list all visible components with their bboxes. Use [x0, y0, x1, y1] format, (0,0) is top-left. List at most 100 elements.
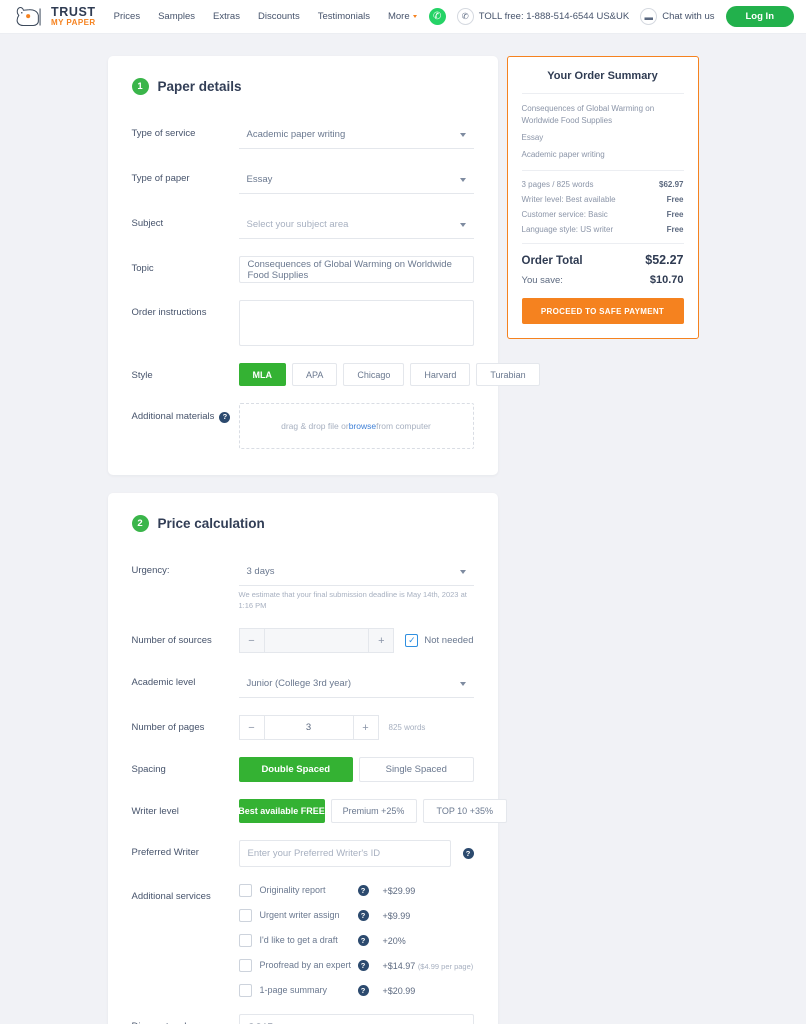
- help-icon[interactable]: ?: [357, 960, 369, 971]
- writer-level-pill-group: Best available FREE Premium +25% TOP 10 …: [238, 799, 507, 823]
- help-icon[interactable]: ?: [462, 848, 474, 859]
- summary-save-label: You save:: [521, 275, 563, 286]
- help-icon[interactable]: ?: [357, 935, 369, 946]
- chevron-down-icon: [459, 222, 466, 227]
- service-checkbox-draft[interactable]: [238, 934, 252, 947]
- price-calculation-card: 2 Price calculation Urgency: 3 days We e…: [107, 493, 507, 1024]
- label-topic: Topic: [131, 263, 154, 274]
- sources-decrement-button[interactable]: −: [238, 628, 265, 653]
- urgency-hint: We estimate that your final submission d…: [238, 590, 467, 610]
- row-discount-code: Discount code GO17 This code is valid on…: [132, 1014, 474, 1024]
- summary-line-label: Writer level: Best available: [521, 195, 616, 204]
- summary-line-pages: 3 pages / 825 words $62.97: [522, 180, 684, 189]
- style-option-turabian[interactable]: Turabian: [476, 363, 540, 386]
- logo-text-bottom: MY PAPER: [51, 18, 96, 28]
- service-row-draft: I'd like to get a draft ? +20%: [238, 934, 474, 947]
- sources-value[interactable]: [264, 628, 369, 653]
- preferred-writer-input[interactable]: Enter your Preferred Writer's ID: [238, 840, 451, 867]
- not-needed-checkbox-wrap[interactable]: Not needed: [405, 634, 474, 647]
- chevron-down-icon: [459, 177, 466, 182]
- service-checkbox-summary[interactable]: [238, 984, 252, 997]
- subject-select[interactable]: Select your subject area: [238, 211, 474, 239]
- pages-increment-button[interactable]: +: [352, 715, 379, 740]
- phone-icon: ✆: [456, 8, 474, 25]
- chat-bubble-icon: ▬: [640, 8, 658, 25]
- row-style: Style MLA APA Chicago Harvard Turabian: [132, 363, 540, 386]
- divider: [521, 243, 684, 244]
- nav-item-more-label: More: [387, 11, 410, 22]
- logo-text-top: TRUST: [51, 4, 96, 19]
- academic-level-value: Junior (College 3rd year): [246, 678, 352, 689]
- row-spacing: Spacing Double Spaced Single Spaced: [132, 757, 474, 782]
- order-instructions-textarea[interactable]: [238, 300, 474, 346]
- help-icon[interactable]: ?: [357, 910, 369, 921]
- chat-with-us[interactable]: ▬ Chat with us: [640, 8, 715, 25]
- sources-increment-button[interactable]: +: [368, 628, 395, 653]
- label-writer-level: Writer level: [131, 806, 179, 817]
- not-needed-checkbox[interactable]: [405, 634, 419, 647]
- nav-item-extras[interactable]: Extras: [213, 11, 240, 22]
- dropzone-text-pre: drag & drop file or: [281, 421, 349, 431]
- service-price: +$9.99: [382, 910, 411, 921]
- sources-stepper: − +: [238, 628, 395, 653]
- service-row-originality-report: Originality report ? +$29.99: [238, 884, 474, 897]
- help-icon[interactable]: ?: [219, 411, 231, 423]
- label-type-of-paper: Type of paper: [131, 173, 190, 184]
- pages-value[interactable]: 3: [264, 715, 353, 740]
- browse-link[interactable]: browse: [349, 421, 376, 431]
- spacing-option-single[interactable]: Single Spaced: [359, 757, 474, 782]
- nav-item-discounts[interactable]: Discounts: [258, 11, 300, 22]
- writer-level-best-available[interactable]: Best available FREE: [238, 799, 325, 823]
- spacing-pill-group: Double Spaced Single Spaced: [238, 757, 474, 782]
- urgency-select[interactable]: 3 days: [238, 558, 474, 586]
- service-checkbox-proofread[interactable]: [238, 959, 252, 972]
- toll-free-contact[interactable]: ✆ TOLL free: 1-888-514-6544 US&UK: [456, 8, 629, 25]
- row-type-of-paper: Type of paper Essay: [132, 166, 474, 194]
- nav-item-more[interactable]: More: [388, 11, 417, 22]
- style-option-mla[interactable]: MLA: [238, 363, 286, 386]
- academic-level-select[interactable]: Junior (College 3rd year): [238, 670, 474, 698]
- style-option-harvard[interactable]: Harvard: [410, 363, 471, 386]
- chat-text: Chat with us: [662, 11, 715, 22]
- site-logo[interactable]: TRUST MY PAPER: [12, 5, 96, 29]
- label-preferred-writer: Preferred Writer: [131, 847, 199, 858]
- nav-item-samples[interactable]: Samples: [158, 11, 195, 22]
- row-additional-materials: Additional materials ? drag & drop file …: [132, 403, 474, 449]
- summary-you-save: You save: $10.70: [522, 274, 684, 286]
- order-form-column: 1 Paper details Type of service Academic…: [107, 56, 540, 1024]
- type-of-paper-select[interactable]: Essay: [238, 166, 474, 194]
- summary-line-label: Customer service: Basic: [521, 210, 608, 219]
- discount-code-input[interactable]: GO17: [238, 1014, 474, 1024]
- writer-level-premium[interactable]: Premium +25%: [330, 799, 417, 823]
- summary-line-label: 3 pages / 825 words: [521, 180, 594, 189]
- row-additional-services: Additional services Originality report ?…: [132, 884, 474, 997]
- file-dropzone[interactable]: drag & drop file or browse from computer: [238, 403, 474, 449]
- style-option-chicago[interactable]: Chicago: [343, 363, 405, 386]
- help-icon[interactable]: ?: [357, 985, 369, 996]
- nav-item-testimonials[interactable]: Testimonials: [318, 11, 370, 22]
- style-option-apa[interactable]: APA: [292, 363, 338, 386]
- summary-line-amount: $62.97: [659, 180, 684, 189]
- pages-decrement-button[interactable]: −: [238, 715, 265, 740]
- spacing-option-double[interactable]: Double Spaced: [238, 757, 353, 782]
- summary-total-value: $52.27: [645, 253, 684, 267]
- summary-line-amount: Free: [666, 195, 684, 204]
- login-button[interactable]: Log In: [725, 6, 794, 27]
- type-of-service-select[interactable]: Academic paper writing: [238, 121, 474, 149]
- row-order-instructions: Order instructions: [132, 300, 474, 346]
- type-of-paper-value: Essay: [246, 174, 273, 185]
- paper-details-header: 1 Paper details: [131, 78, 474, 95]
- nav-item-prices[interactable]: Prices: [114, 11, 140, 22]
- service-checkbox-originality-report[interactable]: [238, 884, 252, 897]
- writer-level-top10[interactable]: TOP 10 +35%: [422, 799, 507, 823]
- help-icon[interactable]: ?: [357, 885, 369, 896]
- topic-input[interactable]: Consequences of Global Warming on Worldw…: [238, 256, 474, 283]
- whatsapp-icon[interactable]: ✆: [428, 8, 446, 25]
- row-urgency: Urgency: 3 days We estimate that your fi…: [132, 558, 474, 611]
- not-needed-label: Not needed: [424, 635, 474, 646]
- chevron-down-icon: [459, 569, 466, 574]
- proceed-to-payment-button[interactable]: PROCEED TO SAFE PAYMENT: [521, 298, 684, 324]
- service-checkbox-urgent-writer-assign[interactable]: [238, 909, 252, 922]
- row-preferred-writer: Preferred Writer Enter your Preferred Wr…: [132, 840, 474, 867]
- service-price: +$14.97 ($4.99 per page): [383, 961, 474, 971]
